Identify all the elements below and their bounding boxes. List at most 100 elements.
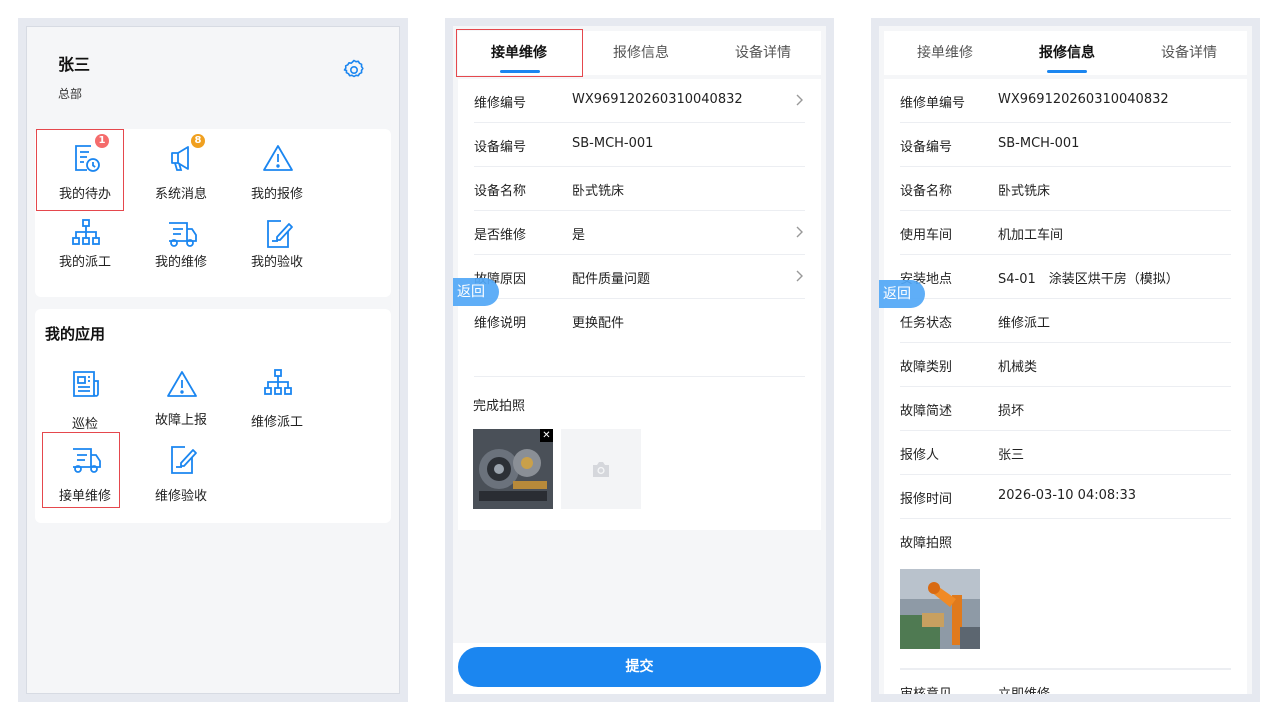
submit-button[interactable]: 提交 [458,647,821,687]
my-apps-title: 我的应用 [45,325,106,343]
tile-my-reports[interactable]: 我的报修 [233,133,321,203]
form-row-need-repair[interactable]: 是否维修 是 [474,211,805,255]
row-value: 维修派工 [998,316,1051,331]
warning-icon [167,371,197,397]
tile-label: 系统消息 [154,187,207,202]
tile-label: 维修验收 [154,489,207,504]
row-value: 卧式铣床 [998,184,1051,199]
tile-label: 我的报修 [250,187,303,202]
tile-repair-dispatch[interactable]: 维修派工 [233,359,321,430]
completion-photo-thumbnail[interactable]: ✕ [473,429,553,509]
row-label: 维修说明 [474,316,527,331]
robot-arm-photo [900,569,980,649]
info-row-device-no: 设备编号 SB-MCH-001 [900,123,1231,167]
photo-section-label: 完成拍照 [473,399,526,414]
form-row-device-no: 设备编号 SB-MCH-001 [474,123,805,167]
form-row-repair-note[interactable]: 维修说明 更换配件 [474,299,805,377]
info-row-device-name: 设备名称 卧式铣床 [900,167,1231,211]
info-row-order-no: 维修单编号 WX969120260310040832 [900,79,1231,123]
tile-fault-report[interactable]: 故障上报 [137,359,225,429]
back-button[interactable]: 返回 [879,280,925,308]
repair-form-content: 接单维修 报修信息 设备详情 维修编号 WX969120260310040832… [453,26,826,694]
row-value: 机械类 [998,360,1038,375]
form-row-repair-no[interactable]: 维修编号 WX969120260310040832 [474,79,805,123]
row-value: 张三 [998,448,1025,463]
add-photo-button[interactable] [561,429,641,509]
repair-form-screen: 接单维修 报修信息 设备详情 维修编号 WX969120260310040832… [445,18,834,702]
row-label: 维修编号 [474,96,527,111]
repair-note-textarea[interactable]: 更换配件 [572,312,624,331]
tab-device-detail[interactable]: 设备详情 [702,31,824,75]
row-label: 是否维修 [474,228,527,243]
submit-bar: 提交 [453,643,826,694]
row-label: 任务状态 [900,316,953,331]
org-tree-icon [264,369,292,395]
info-row-install-location: 安装地点 S4-01 涂装区烘干房（模拟） [900,255,1231,299]
tile-my-repairs[interactable]: 我的维修 [137,209,225,279]
tile-system-messages[interactable]: 8 系统消息 [137,133,225,203]
tile-label: 维修派工 [250,415,303,430]
report-info-content: 接单维修 报修信息 设备详情 维修单编号 WX96912026031004083… [879,26,1252,694]
row-value: 2026-03-10 04:08:33 [998,488,1137,503]
tile-label: 我的维修 [154,255,207,270]
tile-my-acceptance[interactable]: 我的验收 [233,209,321,279]
report-info-screen: 接单维修 报修信息 设备详情 维修单编号 WX96912026031004083… [871,18,1260,702]
repair-form-card: 维修编号 WX969120260310040832 设备编号 SB-MCH-00… [458,79,821,530]
row-value: 是 [572,228,586,243]
tile-my-dispatch[interactable]: 我的派工 [41,209,129,279]
info-row-task-status: 任务状态 维修派工 [900,299,1231,343]
info-row-report-time: 报修时间 2026-03-10 04:08:33 [900,475,1231,519]
row-value: SB-MCH-001 [572,136,654,151]
row-value: 配件质量问题 [572,272,651,287]
row-label: 故障类别 [900,360,953,375]
tile-label: 我的验收 [250,255,303,270]
chevron-right-icon [796,270,803,282]
row-value: 机加工车间 [998,228,1064,243]
tile-label: 我的派工 [58,255,111,270]
remove-photo-icon[interactable]: ✕ [540,429,553,442]
row-label: 设备编号 [474,140,527,155]
org-tree-icon [72,219,100,245]
highlight-accept-repair [42,432,120,508]
tab-bar: 接单维修 报修信息 设备详情 [884,31,1247,75]
report-info-card: 维修单编号 WX969120260310040832 设备编号 SB-MCH-0… [884,79,1247,694]
row-value: WX969120260310040832 [572,92,743,107]
truck-icon [169,222,197,247]
message-count-badge: 8 [191,134,205,148]
tab-report-info[interactable]: 报修信息 [580,31,702,75]
info-row-fault-photo: 故障拍照 [900,519,1231,669]
row-label: 报修时间 [900,492,953,507]
row-label: 维修单编号 [900,96,966,111]
row-label: 使用车间 [900,228,953,243]
info-row-fault-summary: 故障简述 损坏 [900,387,1231,431]
row-label: 设备名称 [900,184,953,199]
fault-photo-thumbnail[interactable] [900,569,980,649]
edit-doc-icon [171,446,197,474]
chevron-right-icon [796,226,803,238]
tab-device-detail[interactable]: 设备详情 [1128,31,1250,75]
tab-report-info[interactable]: 报修信息 [1006,31,1128,75]
settings-gear-icon[interactable] [342,58,366,82]
warning-icon [263,145,293,171]
row-label: 设备名称 [474,184,527,199]
row-value: 立即维修 [998,683,1050,694]
form-row-device-name: 设备名称 卧式铣床 [474,167,805,211]
home-screen: 张三 总部 1 我的待办 8 系统消息 我的报修 我的派工 我的维修 我的验收 … [18,18,408,702]
tab-accept-repair[interactable]: 接单维修 [884,31,1006,75]
row-value: S4-01 涂装区烘干房（模拟） [998,272,1179,287]
info-row-review-opinion: 审核意见 立即维修 [900,669,1231,694]
tile-label: 巡检 [71,417,98,432]
chevron-right-icon [796,94,803,106]
tile-label: 故障上报 [154,413,207,428]
row-value: 卧式铣床 [572,184,625,199]
tile-inspection[interactable]: 巡检 [41,359,129,432]
row-value: WX969120260310040832 [998,92,1169,107]
tile-repair-acceptance[interactable]: 维修验收 [137,435,225,505]
user-department: 总部 [58,87,83,101]
info-row-reporter: 报修人 张三 [900,431,1231,475]
form-row-fault-cause[interactable]: 故障原因 配件质量问题 [474,255,805,299]
edit-doc-icon [267,220,293,248]
back-button[interactable]: 返回 [453,278,499,306]
active-tab-indicator [1047,70,1087,73]
row-label: 报修人 [900,448,940,463]
